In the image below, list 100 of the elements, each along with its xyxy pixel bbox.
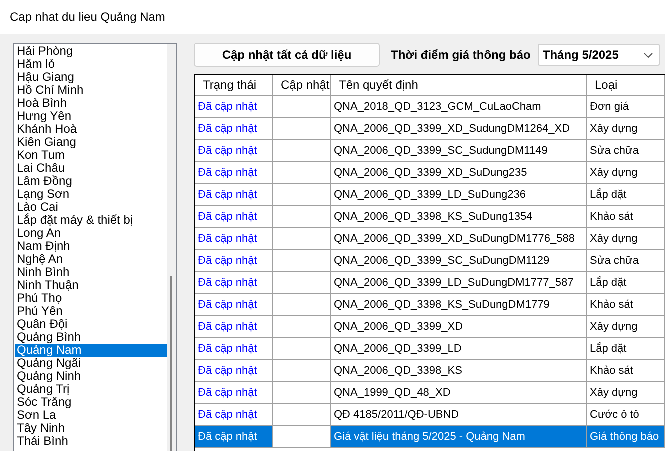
table-cell: Xây dựng bbox=[587, 228, 665, 250]
list-item[interactable]: Thái Bình bbox=[15, 435, 167, 448]
status-cell: Đã cập nhật bbox=[195, 338, 273, 360]
list-item[interactable]: Quảng Ninh bbox=[15, 370, 167, 383]
table-cell: Khảo sát bbox=[587, 294, 665, 316]
status-cell: Đã cập nhật bbox=[195, 162, 273, 184]
list-item[interactable]: Long An bbox=[15, 227, 167, 240]
table-cell: QNA_2006_QD_3399_SC_SuDungDM1129 bbox=[331, 250, 587, 272]
table-cell: QNA_2006_QD_3399_XD_SudungDM1264_XD bbox=[331, 118, 587, 140]
list-item[interactable]: Khánh Hoà bbox=[15, 123, 167, 136]
status-cell: Đã cập nhật bbox=[195, 206, 273, 228]
table-cell: Xây dựng bbox=[587, 382, 665, 404]
table-cell: Lắp đặt bbox=[587, 272, 665, 294]
update-cell[interactable] bbox=[273, 338, 331, 360]
period-dropdown[interactable]: Tháng 5/2025 bbox=[538, 44, 660, 66]
table-cell: Đơn giá bbox=[587, 96, 665, 118]
table-cell: Giá vật liệu tháng 5/2025 - Quảng Nam bbox=[331, 426, 587, 448]
update-cell[interactable] bbox=[273, 96, 331, 118]
list-item[interactable]: Lai Châu bbox=[15, 162, 167, 175]
list-item[interactable]: Hăm lỏ bbox=[15, 58, 167, 71]
update-cell[interactable] bbox=[273, 206, 331, 228]
list-item[interactable]: Quảng Trị bbox=[15, 383, 167, 396]
scrollbar[interactable] bbox=[167, 44, 176, 451]
table-cell: Giá thông báo bbox=[587, 426, 665, 448]
update-cell[interactable] bbox=[273, 228, 331, 250]
update-cell[interactable] bbox=[273, 294, 331, 316]
table-cell: QNA_2018_QD_3123_GCM_CuLaoCham bbox=[331, 96, 587, 118]
update-cell[interactable] bbox=[273, 184, 331, 206]
list-item[interactable]: Sóc Trăng bbox=[15, 396, 167, 409]
table-cell: QNA_2006_QD_3399_LD_SuDungDM1777_587 bbox=[331, 272, 587, 294]
update-all-button[interactable]: Cập nhật tất cả dữ liệu bbox=[194, 43, 380, 67]
period-label: Thời điểm giá thông báo bbox=[391, 48, 531, 62]
update-cell[interactable] bbox=[273, 272, 331, 294]
list-item[interactable]: Ninh Thuận bbox=[15, 279, 167, 292]
status-cell: Đã cập nhật bbox=[195, 184, 273, 206]
status-cell: Đã cập nhật bbox=[195, 360, 273, 382]
table-cell: Xây dựng bbox=[587, 316, 665, 338]
list-item[interactable]: Nghệ An bbox=[15, 253, 167, 266]
table-cell: Khảo sát bbox=[587, 360, 665, 382]
status-cell: Đã cập nhật bbox=[195, 228, 273, 250]
update-cell[interactable] bbox=[273, 426, 331, 448]
update-cell[interactable] bbox=[273, 360, 331, 382]
status-cell: Đã cập nhật bbox=[195, 426, 273, 448]
list-item[interactable]: Lắp đặt máy & thiết bị bbox=[15, 214, 167, 227]
update-cell[interactable] bbox=[273, 162, 331, 184]
list-item[interactable]: Hậu Giang bbox=[15, 71, 167, 84]
table-cell: QNA_2006_QD_3398_KS_SuDung1354 bbox=[331, 206, 587, 228]
window-title: Cap nhat du lieu Quảng Nam bbox=[10, 10, 166, 24]
table-cell: QNA_2006_QD_3399_XD bbox=[331, 316, 587, 338]
status-cell: Đã cập nhật bbox=[195, 118, 273, 140]
table-cell: Xây dựng bbox=[587, 118, 665, 140]
table-cell: QNA_2006_QD_3399_LD_SuDung236 bbox=[331, 184, 587, 206]
list-item[interactable]: Quảng Nam bbox=[15, 344, 167, 357]
table-cell: QĐ 4185/2011/QĐ-UBND bbox=[331, 404, 587, 426]
table-cell: QNA_2006_QD_3399_XD_SuDung235 bbox=[331, 162, 587, 184]
status-cell: Đã cập nhật bbox=[195, 382, 273, 404]
status-cell: Đã cập nhật bbox=[195, 96, 273, 118]
update-cell[interactable] bbox=[273, 382, 331, 404]
list-item[interactable]: Quân Đội bbox=[15, 318, 167, 331]
table-cell: Cước ô tô bbox=[587, 404, 665, 426]
update-cell[interactable] bbox=[273, 118, 331, 140]
list-item[interactable]: Hồ Chí Minh bbox=[15, 84, 167, 97]
list-item[interactable]: Quảng Bình bbox=[15, 331, 167, 344]
list-item[interactable]: Hải Phòng bbox=[15, 45, 167, 58]
update-cell[interactable] bbox=[273, 250, 331, 272]
chevron-down-icon bbox=[644, 52, 653, 58]
list-item[interactable]: Ninh Bình bbox=[15, 266, 167, 279]
list-item[interactable]: Tây Ninh bbox=[15, 422, 167, 435]
list-item[interactable]: Lạng Sơn bbox=[15, 188, 167, 201]
update-cell[interactable] bbox=[273, 404, 331, 426]
list-item[interactable]: Hoà Bình bbox=[15, 97, 167, 110]
table-cell: Khảo sát bbox=[587, 206, 665, 228]
table-cell: QNA_2006_QD_3399_SC_SudungDM1149 bbox=[331, 140, 587, 162]
list-item[interactable]: Phú Thọ bbox=[15, 292, 167, 305]
status-cell: Đã cập nhật bbox=[195, 140, 273, 162]
list-item[interactable]: Phú Yên bbox=[15, 305, 167, 318]
table-cell: QNA_2006_QD_3399_LD bbox=[331, 338, 587, 360]
table-cell: QNA_1999_QD_48_XD bbox=[331, 382, 587, 404]
update-cell[interactable] bbox=[273, 316, 331, 338]
table-cell: Xây dựng bbox=[587, 162, 665, 184]
list-item[interactable]: Sơn La bbox=[15, 409, 167, 422]
table-cell: QNA_2006_QD_3398_KS bbox=[331, 360, 587, 382]
status-cell: Đã cập nhật bbox=[195, 404, 273, 426]
list-item[interactable]: Nam Định bbox=[15, 240, 167, 253]
table-cell: Lắp đặt bbox=[587, 338, 665, 360]
list-item[interactable]: Kon Tum bbox=[15, 149, 167, 162]
table-cell: QNA_2006_QD_3398_KS_SuDungDM1779 bbox=[331, 294, 587, 316]
status-cell: Đã cập nhật bbox=[195, 294, 273, 316]
status-cell: Đã cập nhật bbox=[195, 316, 273, 338]
list-item[interactable]: Quảng Ngãi bbox=[15, 357, 167, 370]
list-item[interactable]: Kiên Giang bbox=[15, 136, 167, 149]
table-cell: Lắp đặt bbox=[587, 184, 665, 206]
table-cell: Sửa chữa bbox=[587, 140, 665, 162]
update-cell[interactable] bbox=[273, 140, 331, 162]
list-item[interactable]: Lâm Đồng bbox=[15, 175, 167, 188]
list-item[interactable]: Hưng Yên bbox=[15, 110, 167, 123]
table-cell: QNA_2006_QD_3399_XD_SuDungDM1776_588 bbox=[331, 228, 587, 250]
table-cell: Sửa chữa bbox=[587, 250, 665, 272]
list-item[interactable]: Lào Cai bbox=[15, 201, 167, 214]
status-cell: Đã cập nhật bbox=[195, 272, 273, 294]
